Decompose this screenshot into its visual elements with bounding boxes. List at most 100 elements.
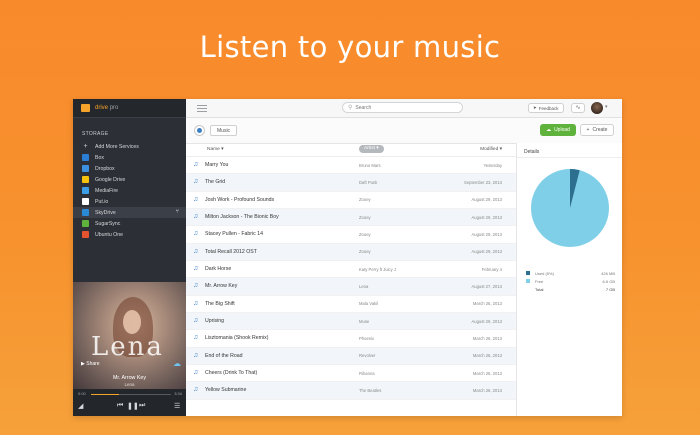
file-name: Mr. Arrow Key	[205, 283, 238, 290]
create-label: Create	[592, 127, 608, 133]
upload-icon: ☁	[546, 127, 552, 133]
now-playing-artist: Lena	[124, 382, 135, 387]
column-modified[interactable]: Modified ▾	[480, 147, 502, 152]
sidebar-item-put-io[interactable]: Put.io	[73, 196, 186, 207]
table-row[interactable]: ♫ Mr. Arrow Key Lena August 27, 2013	[186, 278, 516, 296]
file-modified: August 29, 2013	[471, 318, 502, 324]
volume-icon[interactable]: ◢	[78, 402, 83, 410]
column-artist[interactable]: Artist ▾	[359, 145, 384, 153]
top-toolbar: ⚲ ➤ Feedback ∿ ▾	[186, 99, 622, 118]
sidebar-item-skydrive[interactable]: SkyDrive ⑂	[73, 207, 186, 218]
next-icon[interactable]: ⏭	[139, 402, 145, 410]
cloud-icon[interactable]: ☁	[173, 359, 181, 368]
app-name: drive	[95, 105, 109, 111]
music-note-icon: ♫	[193, 317, 199, 325]
sidebar-item-label: SugarSync	[95, 220, 121, 227]
column-name-label: Name	[207, 147, 220, 152]
legend-swatch	[526, 279, 530, 283]
album-title-art: Lena	[91, 332, 164, 362]
table-row[interactable]: ♫ Dark Horse Katy Perry ft Juicy J February…	[186, 261, 516, 279]
sidebar-item-label: Box	[95, 154, 104, 161]
legend-label: Free	[535, 279, 544, 284]
home-crumb-icon[interactable]	[194, 125, 205, 136]
dropbox-icon	[82, 165, 89, 172]
file-name: Total Recall 2012 OST	[205, 248, 257, 255]
table-row[interactable]: ♫ Uprising Muse August 29, 2013	[186, 313, 516, 331]
album-art: Lena ▶︎ Share ☁ Mr. Arrow Key Lena	[73, 282, 186, 389]
file-artist: Lena	[359, 283, 369, 289]
file-name: Josh Work - Profound Sounds	[205, 196, 275, 203]
table-row[interactable]: ♫ End of the Road Revolver March 26, 2013	[186, 347, 516, 366]
table-row[interactable]: ♫ The Big Shift Mala Vakil March 26, 2013	[186, 296, 516, 314]
drive-logo-icon	[81, 104, 90, 112]
sidebar-item-ubuntu-one[interactable]: Ubuntu One	[73, 229, 186, 240]
upload-button[interactable]: ☁ Upload	[540, 124, 576, 136]
share-icon[interactable]: ⑂	[175, 209, 179, 215]
playlist-icon[interactable]: ☰	[174, 402, 180, 410]
search-box[interactable]: ⚲	[342, 102, 463, 113]
file-name: Lisztomania (Shook Remix)	[205, 335, 269, 342]
app-logo[interactable]: drive pro	[95, 105, 118, 111]
sidebar-item-dropbox[interactable]: Dropbox	[73, 163, 186, 174]
file-artist: Zooey	[359, 197, 371, 203]
table-row[interactable]: ♫ Milton Jackson - The Bionic Boy Zooey Aug…	[186, 209, 516, 227]
legend-row: Used (5%) 426 MB	[524, 270, 617, 278]
menu-icon[interactable]	[197, 105, 207, 114]
app-window: drive pro STORAGE + Add More Services Box D…	[73, 99, 622, 416]
progress-bar[interactable]	[91, 394, 171, 395]
file-list-header: Name ▾ Artist ▾ Modified ▾	[186, 143, 516, 157]
file-modified: Yesterday	[483, 162, 502, 168]
avatar[interactable]	[591, 102, 603, 114]
activity-icon[interactable]: ∿	[571, 103, 585, 113]
table-row[interactable]: ♫ Lisztomania (Shook Remix) Phoenix March 2…	[186, 330, 516, 348]
sidebar-item-label: Add More Services	[95, 143, 139, 150]
table-row[interactable]: ♫ Total Recall 2012 OST Zooey August 29, 20…	[186, 243, 516, 262]
search-input[interactable]	[355, 104, 446, 111]
file-name: Cheers (Drink To That)	[205, 370, 258, 377]
breadcrumb-current[interactable]: Music	[210, 125, 238, 136]
sidebar-item-box[interactable]: Box	[73, 152, 186, 163]
music-note-icon: ♫	[193, 334, 199, 342]
table-row[interactable]: ♫ The Grid Daft Punk September 23, 2013	[186, 174, 516, 192]
music-note-icon: ♫	[193, 386, 199, 394]
legend-label: Used (5%)	[535, 271, 554, 276]
chevron-down-icon[interactable]: ▾	[605, 104, 608, 110]
file-modified: March 26, 2013	[472, 387, 502, 393]
music-note-icon: ♫	[193, 369, 199, 377]
table-row[interactable]: ♫ Cheers (Drink To That) Rihanna March 26, …	[186, 365, 516, 383]
file-artist: Revolver	[359, 353, 376, 359]
pause-icon[interactable]: ❚❚	[127, 402, 139, 410]
progress-fill	[91, 394, 119, 395]
file-name: The Big Shift	[205, 300, 235, 307]
table-row[interactable]: ♫ Marry You Bruno Mars Yesterday	[186, 157, 516, 175]
create-button[interactable]: + Create	[580, 124, 614, 136]
search-icon: ⚲	[348, 105, 353, 111]
music-note-icon: ♫	[193, 230, 199, 238]
sidebar-item-google-drive[interactable]: Google Drive	[73, 174, 186, 185]
file-name: Marry You	[205, 162, 229, 168]
file-artist: Rihanna	[359, 370, 375, 376]
sugarsync-icon	[82, 220, 89, 227]
column-name[interactable]: Name ▾	[207, 147, 224, 152]
legend-value: 7 GB	[605, 287, 615, 292]
feedback-button[interactable]: ➤ Feedback	[528, 103, 564, 113]
legend-row: Total 7 GB	[524, 286, 617, 294]
share-button[interactable]: ▶︎ Share	[81, 361, 100, 367]
mediafire-icon	[82, 187, 89, 194]
skydrive-icon	[82, 209, 89, 216]
sidebar-item-sugarsync[interactable]: SugarSync	[73, 218, 186, 229]
sidebar-item-label: SkyDrive	[95, 209, 116, 216]
headline: Listen to your music	[199, 30, 501, 64]
table-row[interactable]: ♫ Josh Work - Profound Sounds Zooey August …	[186, 192, 516, 210]
music-note-icon: ♫	[193, 351, 199, 359]
music-note-icon: ♫	[193, 161, 199, 168]
sidebar-item-add-more-services[interactable]: + Add More Services	[73, 141, 186, 152]
file-artist: Mala Vakil	[359, 301, 379, 307]
legend-row: Free 6.6 GB	[524, 278, 617, 286]
file-artist: Bruno Mars	[359, 162, 381, 168]
table-row[interactable]: ♫ Yellow Submarine The Beatles March 26, 20…	[186, 382, 516, 400]
sidebar-item-mediafire[interactable]: MediaFire	[73, 185, 186, 196]
previous-icon[interactable]: ⏮	[117, 402, 123, 410]
table-row[interactable]: ♫ Stacey Pullen - Fabric 14 Zooey August 29…	[186, 226, 516, 244]
storage-heading: STORAGE	[82, 131, 109, 137]
